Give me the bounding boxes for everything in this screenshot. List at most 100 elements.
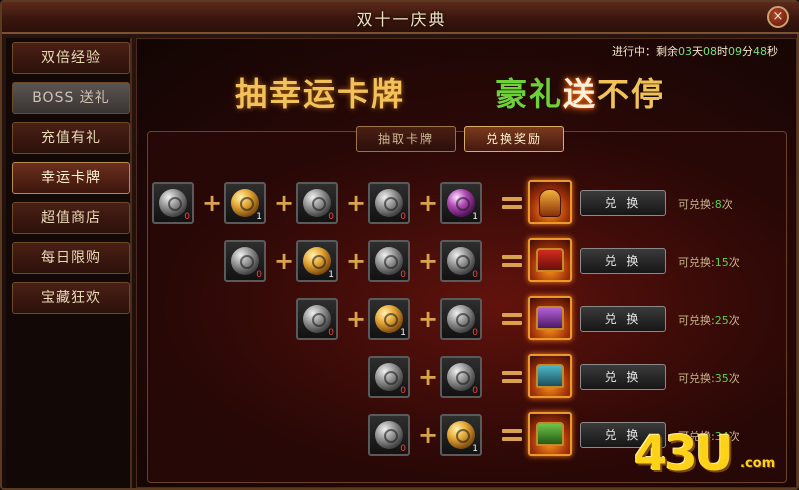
silver-card-icon xyxy=(231,247,259,275)
plus-icon: + xyxy=(274,189,295,217)
card-slot[interactable]: 1 xyxy=(224,182,266,224)
sidebar-item-value-shop[interactable]: 超值商店 xyxy=(12,202,130,234)
card-count: 0 xyxy=(472,328,478,338)
silver-card-icon xyxy=(303,189,331,217)
window-title: 双十一庆典 xyxy=(356,10,447,29)
exchange-button[interactable]: 兑 换 xyxy=(580,364,666,390)
equals-icon xyxy=(502,427,522,443)
card-count: 1 xyxy=(256,212,262,222)
sidebar: 双倍经验 BOSS 送礼 充值有礼 幸运卡牌 超值商店 每日限购 宝藏狂欢 xyxy=(6,38,132,488)
card-count: 0 xyxy=(184,212,190,222)
card-count: 0 xyxy=(400,444,406,454)
silver-card-icon xyxy=(159,189,187,217)
equals-icon xyxy=(502,195,522,211)
card-slot[interactable]: 1 xyxy=(440,414,482,456)
purple-chest-icon xyxy=(536,306,564,330)
silver-card-icon xyxy=(375,421,403,449)
card-slot[interactable]: 1 xyxy=(440,182,482,224)
card-slot[interactable]: 0 xyxy=(440,298,482,340)
gold-card-icon xyxy=(375,305,403,333)
silver-card-icon xyxy=(375,189,403,217)
silver-card-icon xyxy=(447,363,475,391)
silver-card-icon xyxy=(375,363,403,391)
available-count: 可兑换:25次 xyxy=(678,314,740,327)
available-count: 可兑换:35次 xyxy=(678,372,740,385)
gold-card-icon xyxy=(231,189,259,217)
red-chest-icon xyxy=(536,248,564,272)
card-count: 0 xyxy=(400,270,406,280)
available-count: 可兑换:15次 xyxy=(678,256,740,269)
sidebar-item-recharge-gift[interactable]: 充值有礼 xyxy=(12,122,130,154)
site-logo: 43U .com xyxy=(634,426,776,482)
exchange-button[interactable]: 兑 换 xyxy=(580,248,666,274)
card-count: 0 xyxy=(472,270,478,280)
silver-card-icon xyxy=(375,247,403,275)
card-slot[interactable]: 0 xyxy=(224,240,266,282)
equals-icon xyxy=(502,311,522,327)
plus-icon: + xyxy=(346,189,367,217)
exchange-button[interactable]: 兑 换 xyxy=(580,190,666,216)
card-count: 0 xyxy=(472,386,478,396)
purple-chest-reward-icon[interactable] xyxy=(528,296,572,340)
countdown-timer: 进行中：剩余03天08时09分48秒 xyxy=(612,45,778,58)
card-count: 0 xyxy=(400,386,406,396)
card-slot[interactable]: 0 xyxy=(440,240,482,282)
card-count: 1 xyxy=(472,444,478,454)
card-count: 0 xyxy=(256,270,262,280)
card-slot[interactable]: 0 xyxy=(368,356,410,398)
sidebar-item-boss-gift[interactable]: BOSS 送礼 xyxy=(12,82,130,114)
silver-card-icon xyxy=(303,305,331,333)
plus-icon: + xyxy=(418,363,439,391)
banner-gifts: 豪礼送不停 xyxy=(495,75,666,113)
sidebar-item-lucky-cards[interactable]: 幸运卡牌 xyxy=(12,162,130,194)
gold-card-icon xyxy=(303,247,331,275)
plus-icon: + xyxy=(418,421,439,449)
close-icon[interactable]: × xyxy=(767,6,789,28)
plus-icon: + xyxy=(346,305,367,333)
card-slot[interactable]: 1 xyxy=(368,298,410,340)
plus-icon: + xyxy=(274,247,295,275)
card-slot[interactable]: 0 xyxy=(368,182,410,224)
card-slot[interactable]: 0 xyxy=(296,182,338,224)
exchange-button[interactable]: 兑 换 xyxy=(580,306,666,332)
green-chest-reward-icon[interactable] xyxy=(528,412,572,456)
cyan-chest-icon xyxy=(536,364,564,388)
plus-icon: + xyxy=(418,247,439,275)
helmet-icon xyxy=(539,189,561,217)
plus-icon: + xyxy=(346,247,367,275)
sidebar-item-double-exp[interactable]: 双倍经验 xyxy=(12,42,130,74)
purple-card-icon xyxy=(447,189,475,217)
card-count: 0 xyxy=(328,328,334,338)
title-bar: 双十一庆典 × xyxy=(2,2,799,34)
tab-exchange-rewards[interactable]: 兑换奖励 xyxy=(464,126,564,152)
card-count: 1 xyxy=(472,212,478,222)
cyan-chest-reward-icon[interactable] xyxy=(528,354,572,398)
card-slot[interactable]: 1 xyxy=(296,240,338,282)
banner-lucky-cards: 抽幸运卡牌 xyxy=(235,75,406,113)
card-slot[interactable]: 0 xyxy=(152,182,194,224)
silver-card-icon xyxy=(447,305,475,333)
card-count: 0 xyxy=(328,212,334,222)
card-count: 1 xyxy=(328,270,334,280)
plus-icon: + xyxy=(418,189,439,217)
green-chest-icon xyxy=(536,422,564,446)
card-count: 1 xyxy=(400,328,406,338)
sidebar-item-treasure-carnival[interactable]: 宝藏狂欢 xyxy=(12,282,130,314)
tab-draw-cards[interactable]: 抽取卡牌 xyxy=(356,126,456,152)
event-window: 双十一庆典 × 双倍经验 BOSS 送礼 充值有礼 幸运卡牌 超值商店 每日限购… xyxy=(0,0,799,490)
gold-card-icon xyxy=(447,421,475,449)
sidebar-item-daily-limit[interactable]: 每日限购 xyxy=(12,242,130,274)
card-count: 0 xyxy=(400,212,406,222)
main-content: 进行中：剩余03天08时09分48秒 抽幸运卡牌 豪礼送不停 抽取卡牌 兑换奖励… xyxy=(136,38,797,488)
card-slot[interactable]: 0 xyxy=(368,414,410,456)
available-count: 可兑换:8次 xyxy=(678,198,733,211)
equals-icon xyxy=(502,369,522,385)
card-slot[interactable]: 0 xyxy=(296,298,338,340)
silver-card-icon xyxy=(447,247,475,275)
card-slot[interactable]: 0 xyxy=(440,356,482,398)
plus-icon: + xyxy=(418,305,439,333)
helmet-reward-icon[interactable] xyxy=(528,180,572,224)
red-chest-reward-icon[interactable] xyxy=(528,238,572,282)
equals-icon xyxy=(502,253,522,269)
card-slot[interactable]: 0 xyxy=(368,240,410,282)
